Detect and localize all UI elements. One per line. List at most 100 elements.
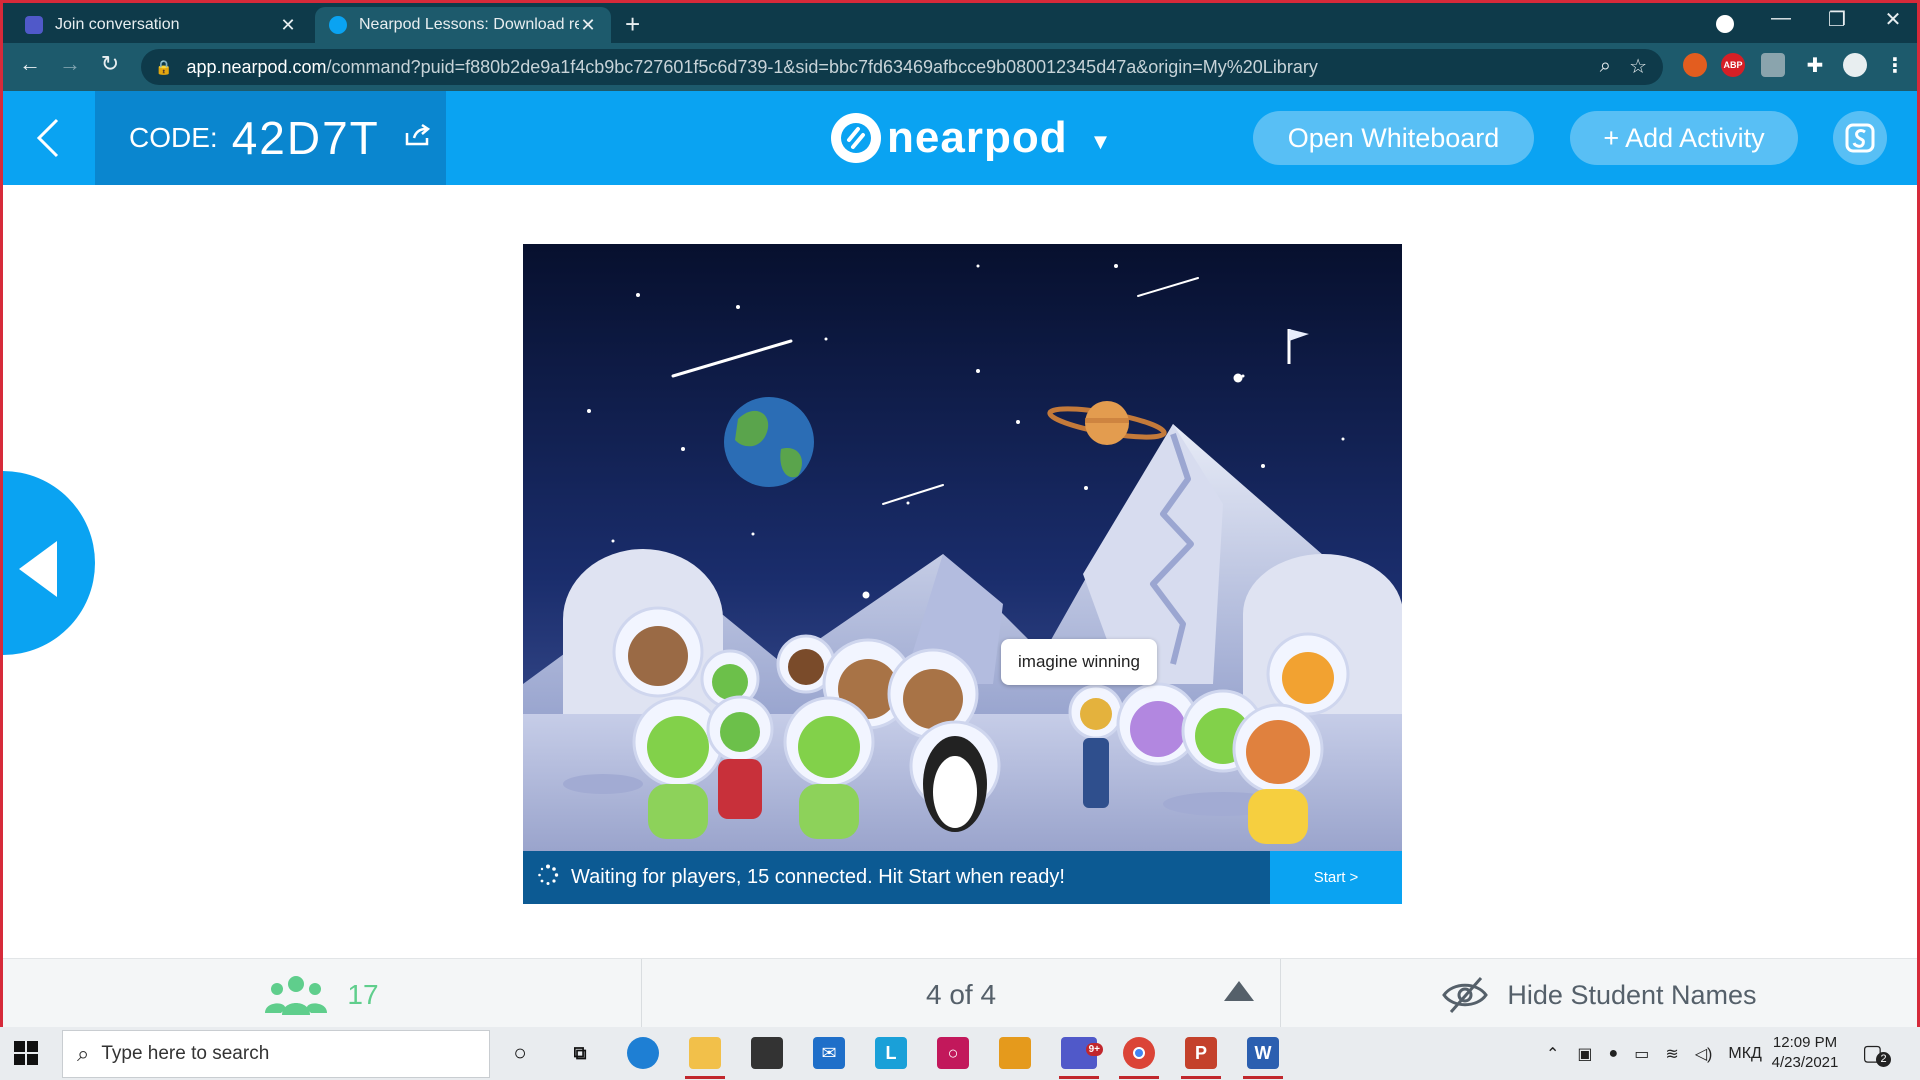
wifi-icon[interactable]: ≋	[1665, 1044, 1678, 1064]
app-circle-icon[interactable]: ○	[937, 1037, 969, 1069]
session-control-bar: 17 4 of 4 Hide Student Names	[3, 958, 1917, 1031]
teacher-profile-icon	[1845, 123, 1875, 153]
students-icon	[265, 976, 328, 1015]
hide-names-label: Hide Student Names	[1507, 979, 1757, 1010]
nearpod-logo: nearpod ▼	[831, 113, 1111, 163]
back-icon[interactable]: ←	[15, 51, 45, 77]
microphone-icon[interactable]: ●	[1609, 1045, 1619, 1063]
forward-icon[interactable]: →	[55, 51, 85, 77]
star-icon[interactable]: ☆	[1629, 54, 1647, 79]
adblock-icon[interactable]: ABP	[1721, 53, 1745, 77]
notification-count: 2	[1876, 1052, 1891, 1067]
page-indicator: 4 of 4	[925, 979, 997, 1010]
store-icon[interactable]	[751, 1037, 783, 1069]
notification-icon[interactable]: ▢ 2	[1862, 1040, 1891, 1067]
file-explorer-icon[interactable]	[689, 1037, 721, 1069]
search-placeholder: Type here to search	[101, 1043, 270, 1064]
code-value: 42D7T	[231, 112, 380, 164]
browser-toolbar: ← → ↻ 🔒 app.nearpod.com/command?puid=f88…	[3, 43, 1917, 91]
battery-icon[interactable]: ▭	[1634, 1044, 1649, 1064]
zoom-icon[interactable]: ⌕	[1600, 55, 1611, 78]
cortana-icon[interactable]: ○	[504, 1037, 536, 1069]
waiting-status-bar: Waiting for players, 15 connected. Hit S…	[523, 851, 1402, 904]
clock-date: 4/23/2021	[1771, 1054, 1839, 1071]
join-code-box: CODE: 42D7T	[95, 91, 446, 185]
nearpod-header: CODE: 42D7T nearpod ▼ Open Whiteboard + …	[3, 91, 1917, 185]
menu-icon[interactable]: ⋮	[1883, 53, 1907, 77]
nearpod-mark-icon	[831, 113, 881, 163]
taskbar-search-box[interactable]: ⌕ Type here to search	[62, 1030, 490, 1078]
task-view-icon[interactable]: ⧉	[564, 1037, 596, 1069]
windows-start-icon[interactable]	[14, 1041, 38, 1070]
caret-down-icon[interactable]: ▼	[1090, 129, 1112, 155]
speech-bubble: imagine winning	[1001, 639, 1157, 685]
tab-nearpod[interactable]: Nearpod Lessons: Download rea ✕	[315, 7, 611, 43]
loading-spinner-icon	[537, 864, 559, 892]
active-indicator	[1243, 1076, 1283, 1079]
chrome-icon[interactable]	[1123, 1037, 1155, 1069]
volume-icon[interactable]: ◁)	[1695, 1044, 1713, 1064]
css-extension-icon[interactable]	[1761, 53, 1785, 77]
active-indicator	[1059, 1076, 1099, 1079]
avatar[interactable]	[1843, 53, 1867, 77]
edge-icon[interactable]	[627, 1037, 659, 1069]
url-text[interactable]: app.nearpod.com/command?puid=f880b2de9a1…	[186, 57, 1317, 78]
minimize-button[interactable]: —	[1761, 7, 1801, 30]
new-tab-button[interactable]: +	[625, 9, 640, 40]
powerpoint-icon[interactable]: P	[1185, 1037, 1217, 1069]
language-indicator[interactable]: МКД	[1728, 1045, 1761, 1063]
eye-slash-icon	[1442, 977, 1489, 1013]
teams-taskbar-icon[interactable]: 9+	[1061, 1037, 1103, 1069]
device-icon[interactable]: ▣	[1577, 1044, 1592, 1064]
start-button[interactable]: Start >	[1270, 851, 1402, 904]
tab-title: Join conversation	[55, 16, 180, 33]
time-to-climb-game: imagine winning Waiting for players, 15 …	[523, 244, 1402, 904]
teams-badge: 9+	[1085, 1043, 1103, 1056]
close-icon[interactable]: ✕	[579, 15, 597, 36]
restore-button[interactable]: ❐	[1817, 7, 1857, 32]
share-icon[interactable]	[404, 122, 432, 154]
chevron-down-icon	[1716, 15, 1734, 33]
tab-title: Nearpod Lessons: Download rea	[359, 16, 579, 33]
tab-search-button[interactable]	[1705, 11, 1745, 37]
puzzle-icon[interactable]: ✚	[1803, 53, 1827, 77]
slide-navigator[interactable]: 4 of 4	[642, 959, 1280, 1031]
app-orange-icon[interactable]	[999, 1037, 1031, 1069]
clock-time: 12:09 PM	[1772, 1034, 1838, 1051]
lock-icon: 🔒	[155, 58, 173, 75]
mail-icon[interactable]: ✉	[813, 1037, 845, 1069]
moon-scene-illustration	[523, 244, 1402, 851]
close-icon[interactable]: ✕	[279, 15, 297, 36]
tab-strip: Join conversation ✕ Nearpod Lessons: Dow…	[3, 3, 1917, 43]
close-window-button[interactable]: ✕	[1873, 7, 1913, 32]
lesson-stage: imagine winning Waiting for players, 15 …	[3, 185, 1917, 958]
add-activity-button[interactable]: + Add Activity	[1570, 111, 1798, 165]
reload-icon[interactable]: ↻	[95, 51, 125, 77]
word-icon[interactable]: W	[1247, 1037, 1279, 1069]
tab-join-conversation[interactable]: Join conversation ✕	[11, 7, 311, 43]
open-whiteboard-button[interactable]: Open Whiteboard	[1253, 111, 1534, 165]
hide-student-names-button[interactable]: Hide Student Names	[1281, 959, 1917, 1031]
back-button[interactable]	[3, 91, 93, 185]
clock[interactable]: 12:09 PM 4/23/2021	[1760, 1033, 1850, 1073]
status-text: Waiting for players, 15 connected. Hit S…	[571, 866, 1065, 888]
chevron-up-icon[interactable]: ⌃	[1546, 1044, 1559, 1064]
active-indicator	[685, 1076, 725, 1079]
chevron-left-icon	[36, 118, 59, 158]
windows-taskbar: ⌕ Type here to search ○ ⧉ ✉ L ○ 9+ P W ⌃…	[0, 1027, 1920, 1080]
teams-icon	[25, 16, 43, 34]
nearpod-icon	[329, 16, 347, 34]
triangle-left-icon	[19, 541, 57, 597]
earth	[724, 397, 814, 487]
code-label: CODE:	[129, 122, 218, 153]
triangle-up-icon[interactable]	[1224, 981, 1254, 1001]
extension-icon[interactable]	[1683, 53, 1707, 77]
logo-text: nearpod	[887, 113, 1068, 162]
student-count: 17	[347, 979, 379, 1010]
app-l-icon[interactable]: L	[875, 1037, 907, 1069]
students-button[interactable]: 17	[3, 959, 641, 1031]
browser-window: Join conversation ✕ Nearpod Lessons: Dow…	[0, 0, 1920, 1080]
active-indicator	[1119, 1076, 1159, 1079]
address-bar[interactable]: 🔒 app.nearpod.com/command?puid=f880b2de9…	[141, 49, 1663, 85]
profile-button[interactable]	[1833, 111, 1887, 165]
